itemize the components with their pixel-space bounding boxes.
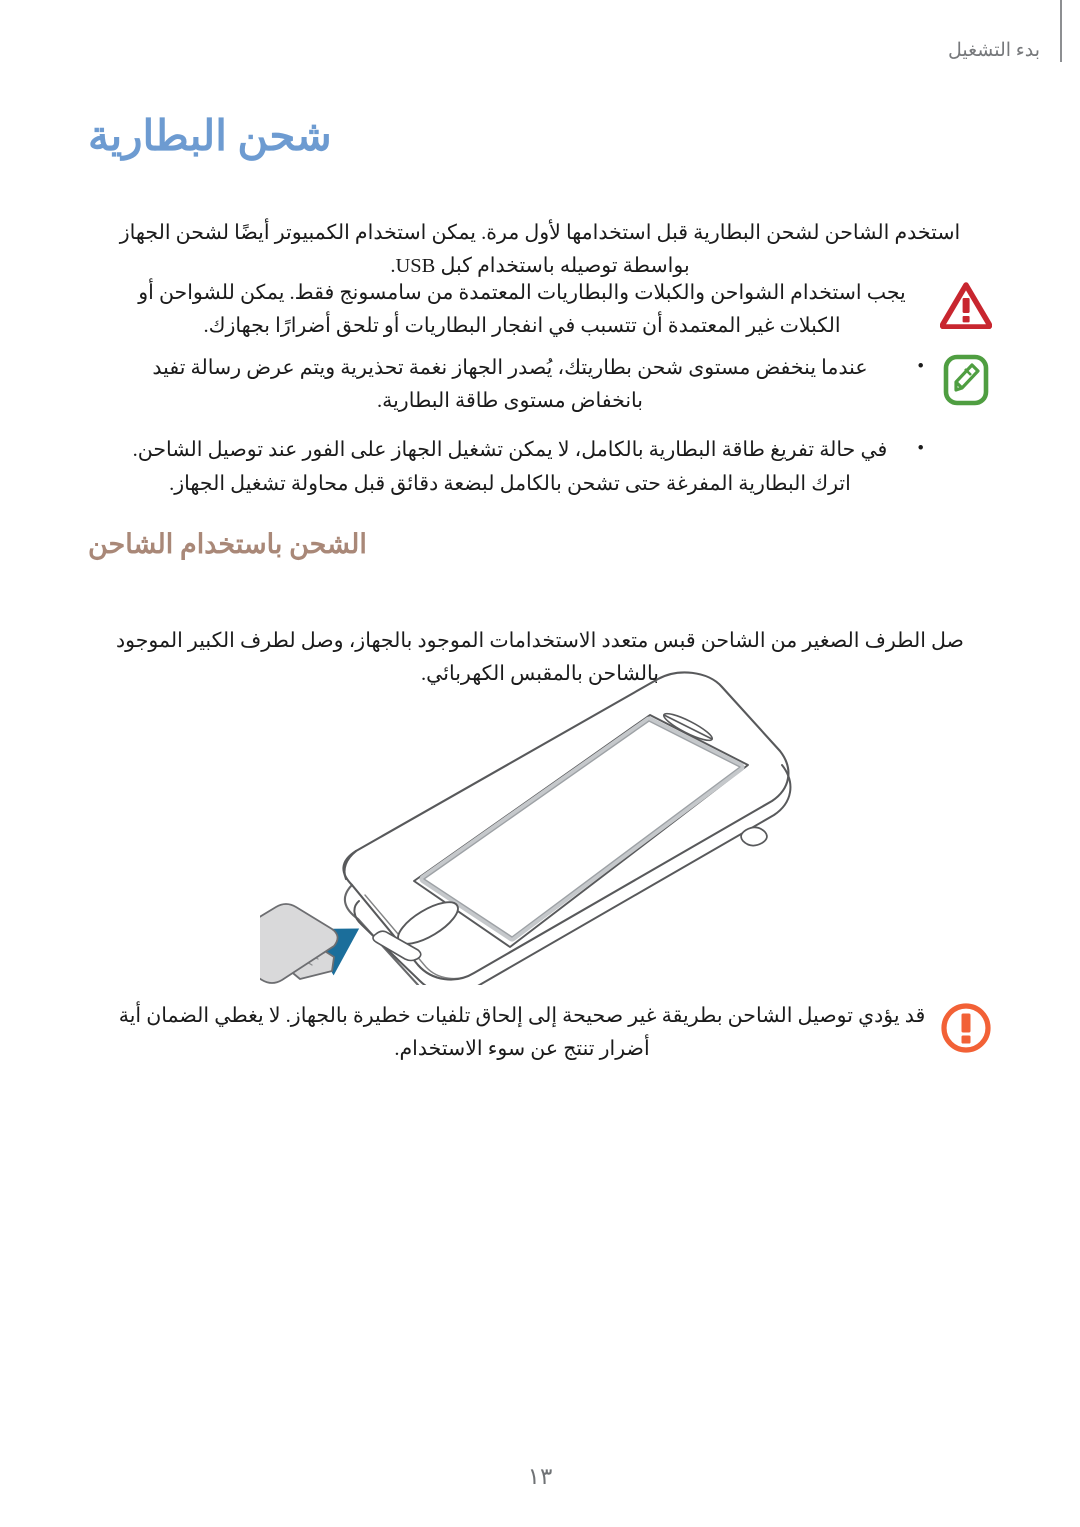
note-callout-text: عندما ينخفض مستوى شحن بطاريتك، يُصدر الج… (118, 352, 926, 501)
section-subheading-text: الشحن باستخدام الشاحن (88, 529, 367, 559)
charger-instructions-paragraph: صل الطرف الصغير من الشاحن قبس متعدد الاس… (116, 629, 964, 685)
phone-charging-diagram (0, 655, 1080, 985)
warning-callout-text: يجب استخدام الشواحن والكبلات والبطاريات … (138, 282, 906, 338)
page-number: ١٣ (527, 1464, 553, 1489)
caution-circle-icon (940, 1002, 992, 1054)
intro-paragraph: استخدم الشاحن لشحن البطارية قبل استخدامه… (119, 221, 961, 277)
warning-callout: يجب استخدام الشواحن والكبلات والبطاريات … (118, 277, 992, 343)
section-subheading: الشحن باستخدام الشاحن (88, 528, 992, 560)
manual-page: بدء التشغيل شحن البطارية استخدم الشاحن ل… (0, 0, 1080, 1527)
page-title-text: شحن البطارية (88, 114, 332, 160)
caution-callout-text: قد يؤدي توصيل الشاحن بطريقة غير صحيحة إل… (118, 1005, 926, 1061)
page-title: شحن البطارية (88, 112, 992, 162)
warning-triangle-icon (940, 279, 992, 331)
note-pencil-icon (940, 354, 992, 406)
note-bullet-item: عندما ينخفض مستوى شحن بطاريتك، يُصدر الج… (118, 352, 926, 418)
note-bullet-item: في حالة تفريغ طاقة البطارية بالكامل، لا … (118, 434, 926, 500)
header-vertical-rule (1060, 0, 1062, 62)
running-header: بدء التشغيل (948, 33, 1040, 67)
caution-callout: قد يؤدي توصيل الشاحن بطريقة غير صحيحة إل… (118, 1000, 992, 1066)
note-bullet-list: عندما ينخفض مستوى شحن بطاريتك، يُصدر الج… (118, 352, 926, 501)
running-header-title: بدء التشغيل (948, 39, 1040, 61)
note-callout: عندما ينخفض مستوى شحن بطاريتك، يُصدر الج… (118, 352, 992, 501)
